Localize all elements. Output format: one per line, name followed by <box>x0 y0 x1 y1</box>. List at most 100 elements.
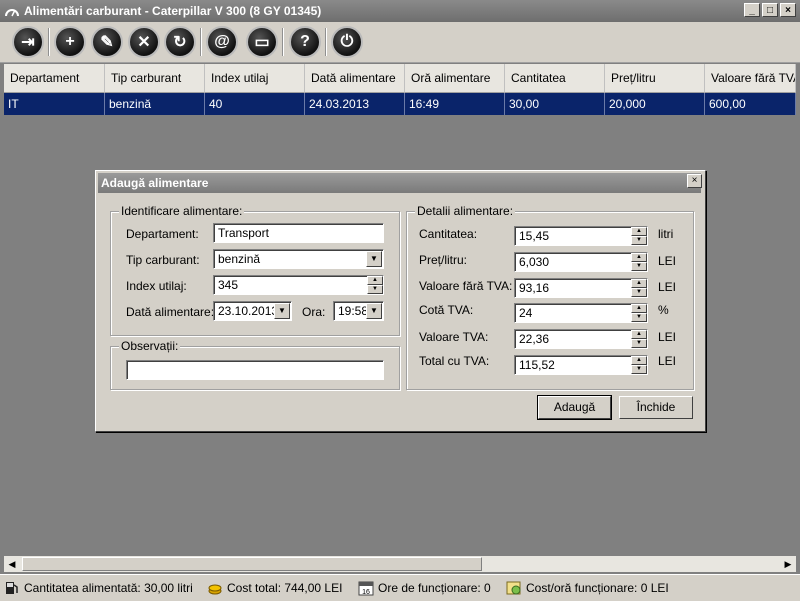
spin-up-icon[interactable]: ▲ <box>631 330 647 339</box>
spin-up-icon[interactable]: ▲ <box>631 356 647 365</box>
status-cost-ora: Cost/oră funcționare: 0 LEI <box>506 580 669 596</box>
total-spinner[interactable]: ▲ ▼ <box>631 356 647 374</box>
column-header-index-utilaj[interactable]: Index utilaj <box>205 64 305 93</box>
tva-spinner[interactable]: ▲ ▼ <box>631 330 647 348</box>
cota-value: 24 <box>519 306 533 320</box>
valoare-input[interactable]: 93,16 ▲ ▼ <box>514 278 648 298</box>
scroll-left-icon[interactable]: ◀ <box>4 556 20 572</box>
identification-legend: Identificare alimentare: <box>119 204 245 218</box>
index-utilaj-input[interactable]: 345 ▲ ▼ <box>213 275 384 295</box>
tva-input[interactable]: 22,36 ▲ ▼ <box>514 329 648 349</box>
minimize-button[interactable]: _ <box>744 3 760 17</box>
spin-down-icon[interactable]: ▼ <box>367 285 383 294</box>
column-header-valoare-fara-tva[interactable]: Valoare fără TVA <box>705 64 796 93</box>
column-header-tip-carburant[interactable]: Tip carburant <box>105 64 205 93</box>
pret-spinner[interactable]: ▲ ▼ <box>631 253 647 271</box>
edit-icon: ✎ <box>100 34 114 51</box>
total-unit: LEI <box>658 354 677 368</box>
add-icon: + <box>65 33 75 50</box>
maximize-button[interactable]: □ <box>762 3 778 17</box>
scroll-right-icon[interactable]: ▶ <box>780 556 796 572</box>
index-utilaj-label: Index utilaj: <box>126 279 187 293</box>
pret-input[interactable]: 6,030 ▲ ▼ <box>514 252 648 272</box>
dialog-title: Adaugă alimentare <box>98 173 701 193</box>
email-button[interactable]: @ <box>206 26 238 58</box>
spin-up-icon[interactable]: ▲ <box>631 279 647 288</box>
exit-button[interactable]: ⇥ <box>12 26 44 58</box>
print-button[interactable]: ▭ <box>246 26 278 58</box>
valoare-spinner[interactable]: ▲ ▼ <box>631 279 647 297</box>
total-value: 115,52 <box>519 358 555 372</box>
tip-carburant-value: benzină <box>218 252 261 266</box>
cantitatea-spinner[interactable]: ▲ ▼ <box>631 227 647 245</box>
scrollbar-thumb[interactable] <box>22 557 482 571</box>
column-header-departament[interactable]: Departament <box>4 64 105 93</box>
cell-valoare-fara-tva: 600,00 <box>705 93 796 115</box>
help-button[interactable]: ? <box>289 26 321 58</box>
cell-pret-litru: 20,000 <box>605 93 705 115</box>
ora-picker[interactable]: 19:58 ▼ <box>333 301 384 321</box>
valoare-value: 93,16 <box>519 281 550 295</box>
cell-departament: IT <box>4 93 105 115</box>
spin-down-icon[interactable]: ▼ <box>631 262 647 271</box>
spin-up-icon[interactable]: ▲ <box>367 276 383 285</box>
cota-input[interactable]: 24 ▲ ▼ <box>514 303 648 323</box>
power-icon: ⏻ <box>340 33 354 50</box>
chevron-down-icon[interactable]: ▼ <box>366 251 382 267</box>
column-header-ora-alimentare[interactable]: Oră alimentare <box>405 64 505 93</box>
status-cantitatea: Cantitatea alimentată: 30,00 litri <box>4 580 193 596</box>
exit-icon: ⇥ <box>21 34 35 51</box>
cota-spinner[interactable]: ▲ ▼ <box>631 304 647 322</box>
spin-up-icon[interactable]: ▲ <box>631 253 647 262</box>
time-dropdown-icon[interactable]: ▼ <box>366 303 382 319</box>
spin-down-icon[interactable]: ▼ <box>631 288 647 297</box>
email-icon: @ <box>214 33 230 50</box>
index-utilaj-spinner[interactable]: ▲ ▼ <box>367 276 383 294</box>
help-icon: ? <box>300 33 310 50</box>
add-button[interactable]: Adaugă <box>537 395 612 420</box>
horizontal-scrollbar[interactable]: ◀ ▶ <box>4 556 796 572</box>
column-header-cantitatea[interactable]: Cantitatea <box>505 64 605 93</box>
dialog-close-button[interactable]: × <box>687 174 702 188</box>
cantitatea-input[interactable]: 15,45 ▲ ▼ <box>514 226 648 246</box>
coins-icon <box>208 584 222 595</box>
add-button[interactable]: + <box>54 26 86 58</box>
column-header-pret-litru[interactable]: Preț/litru <box>605 64 705 93</box>
status-cost-total: Cost total: 744,00 LEI <box>207 580 342 596</box>
tva-unit: LEI <box>658 330 677 344</box>
total-input[interactable]: 115,52 ▲ ▼ <box>514 355 648 375</box>
valoare-unit: LEI <box>658 280 677 294</box>
total-label: Total cu TVA: <box>419 354 490 368</box>
toolbar-separator <box>48 28 50 56</box>
spin-down-icon[interactable]: ▼ <box>631 339 647 348</box>
tip-carburant-label: Tip carburant: <box>126 253 200 267</box>
table-row[interactable]: IT benzină 40 24.03.2013 16:49 30,00 20,… <box>4 93 796 115</box>
toolbar-separator <box>200 28 202 56</box>
cost-hour-icon <box>506 581 521 595</box>
close-window-button[interactable]: × <box>780 3 796 17</box>
observations-legend: Observații: <box>119 339 181 353</box>
cantitatea-unit: litri <box>658 227 674 241</box>
delete-button[interactable]: ✕ <box>128 26 160 58</box>
calendar-dropdown-icon[interactable]: ▼ <box>274 303 290 319</box>
pret-value: 6,030 <box>519 255 550 269</box>
close-dialog-button[interactable]: Închide <box>619 396 693 419</box>
data-alimentare-picker[interactable]: 23.10.2013 ▼ <box>213 301 292 321</box>
cota-unit: % <box>658 303 669 317</box>
edit-button[interactable]: ✎ <box>91 26 123 58</box>
departament-input[interactable]: Transport <box>213 223 384 243</box>
column-header-data-alimentare[interactable]: Dată alimentare <box>305 64 405 93</box>
identification-group: Identificare alimentare: Departament: Tr… <box>110 204 400 336</box>
spin-down-icon[interactable]: ▼ <box>631 313 647 322</box>
spin-down-icon[interactable]: ▼ <box>631 236 647 245</box>
power-button[interactable]: ⏻ <box>331 26 363 58</box>
refresh-button[interactable]: ↻ <box>164 26 196 58</box>
observations-group: Observații: <box>110 339 400 390</box>
observations-input[interactable] <box>126 360 384 380</box>
tip-carburant-select[interactable]: benzină ▼ <box>213 249 384 269</box>
tva-value: 22,36 <box>519 332 550 346</box>
spin-down-icon[interactable]: ▼ <box>631 365 647 374</box>
spin-up-icon[interactable]: ▲ <box>631 304 647 313</box>
cota-label: Cotă TVA: <box>419 303 474 317</box>
spin-up-icon[interactable]: ▲ <box>631 227 647 236</box>
